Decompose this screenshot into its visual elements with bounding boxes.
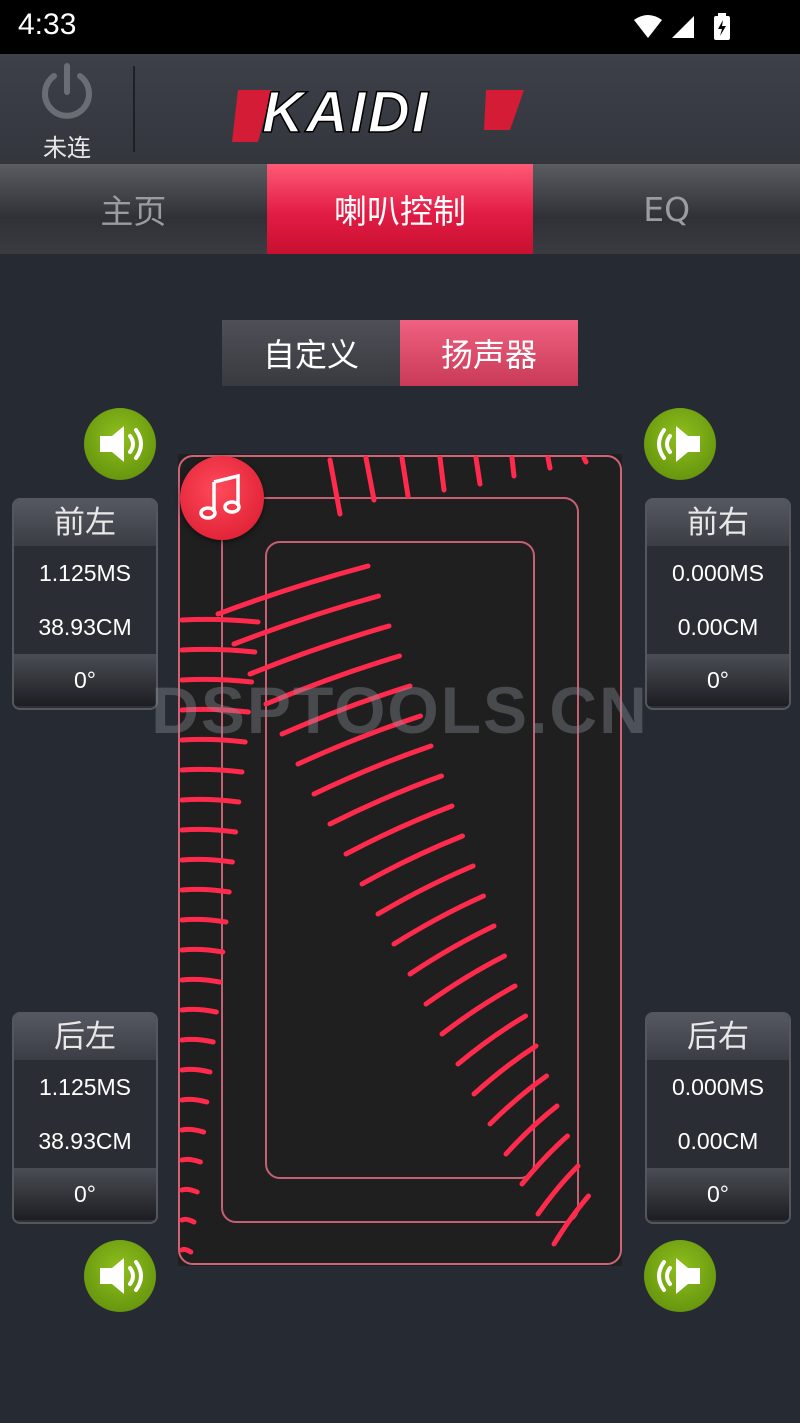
- wave-arc: [179, 1126, 207, 1135]
- wave-arc: [179, 946, 226, 955]
- mode-custom-button[interactable]: 自定义: [222, 320, 400, 386]
- wave-arc: [179, 1216, 197, 1225]
- wave-arc: [179, 766, 245, 775]
- header-divider: [133, 66, 135, 152]
- channel-name: 前左: [14, 500, 156, 546]
- app-header: 未连接 KAIDI: [0, 54, 800, 197]
- wave-arc: [179, 796, 242, 805]
- wifi-icon: [634, 15, 662, 38]
- status-time: 4:33: [18, 8, 77, 41]
- wave-arc: [179, 1156, 203, 1165]
- wave-arc: [179, 976, 223, 985]
- wave-arc: [179, 826, 239, 835]
- music-note-icon: [199, 473, 241, 520]
- wave-arc: [179, 646, 258, 655]
- channel-distance: 38.93CM: [14, 1114, 156, 1168]
- status-bar: 4:33: [0, 0, 800, 54]
- wave-arc: [179, 916, 229, 925]
- channel-card-rear-right[interactable]: 后右 0.000MS 0.00CM 0°: [645, 1012, 791, 1224]
- wave-arc: [179, 1246, 194, 1255]
- speaker-icon: [657, 426, 700, 462]
- rear-left-speaker-button[interactable]: [84, 1240, 156, 1312]
- wave-arc: [179, 1186, 200, 1195]
- power-button[interactable]: 未连接: [34, 60, 100, 197]
- channel-delay: 0.000MS: [647, 546, 789, 600]
- channel-delay: 1.125MS: [14, 546, 156, 600]
- channel-distance: 38.93CM: [14, 600, 156, 654]
- battery-icon: [714, 13, 730, 40]
- channel-distance: 0.00CM: [647, 600, 789, 654]
- speaker-icon: [657, 1258, 700, 1294]
- svg-text:KAIDI: KAIDI: [262, 82, 430, 145]
- speaker-icon: [100, 426, 143, 462]
- mode-speaker-button[interactable]: 扬声器: [400, 320, 578, 386]
- wave-arc: [179, 1036, 216, 1045]
- music-source-button[interactable]: [180, 456, 264, 540]
- channel-name: 前右: [647, 500, 789, 546]
- tab-eq[interactable]: EQ: [533, 164, 800, 254]
- wave-arc: [179, 1066, 213, 1075]
- rear-right-speaker-button[interactable]: [644, 1240, 716, 1312]
- speaker-icon: [100, 1258, 143, 1294]
- tab-home[interactable]: 主页: [0, 164, 267, 254]
- channel-name: 后右: [647, 1014, 789, 1060]
- wave-arc: [179, 616, 261, 625]
- wave-arc: [179, 1096, 210, 1105]
- tab-speaker-control[interactable]: 喇叭控制: [266, 164, 534, 254]
- brand-logo: KAIDI: [232, 82, 524, 146]
- wave-arc: [179, 856, 235, 865]
- front-left-speaker-button[interactable]: [84, 408, 156, 480]
- cellular-icon: [672, 16, 694, 38]
- channel-phase[interactable]: 0°: [647, 1168, 789, 1220]
- mode-toggle: 自定义 扬声器: [222, 320, 578, 386]
- wave-arc: [179, 886, 232, 895]
- channel-name: 后左: [14, 1014, 156, 1060]
- main-tabs: 主页 喇叭控制 EQ: [0, 164, 800, 254]
- channel-delay: 1.125MS: [14, 1060, 156, 1114]
- front-right-speaker-button[interactable]: [644, 408, 716, 480]
- channel-distance: 0.00CM: [647, 1114, 789, 1168]
- channel-phase[interactable]: 0°: [14, 1168, 156, 1220]
- sound-field-canvas[interactable]: [178, 454, 622, 1266]
- watermark: DSPTOOLS.CN: [151, 673, 649, 747]
- status-icons: [634, 13, 730, 40]
- wave-arc: [179, 1006, 219, 1015]
- power-icon: [42, 63, 92, 119]
- channel-delay: 0.000MS: [647, 1060, 789, 1114]
- channel-card-rear-left[interactable]: 后左 1.125MS 38.93CM 0°: [12, 1012, 158, 1224]
